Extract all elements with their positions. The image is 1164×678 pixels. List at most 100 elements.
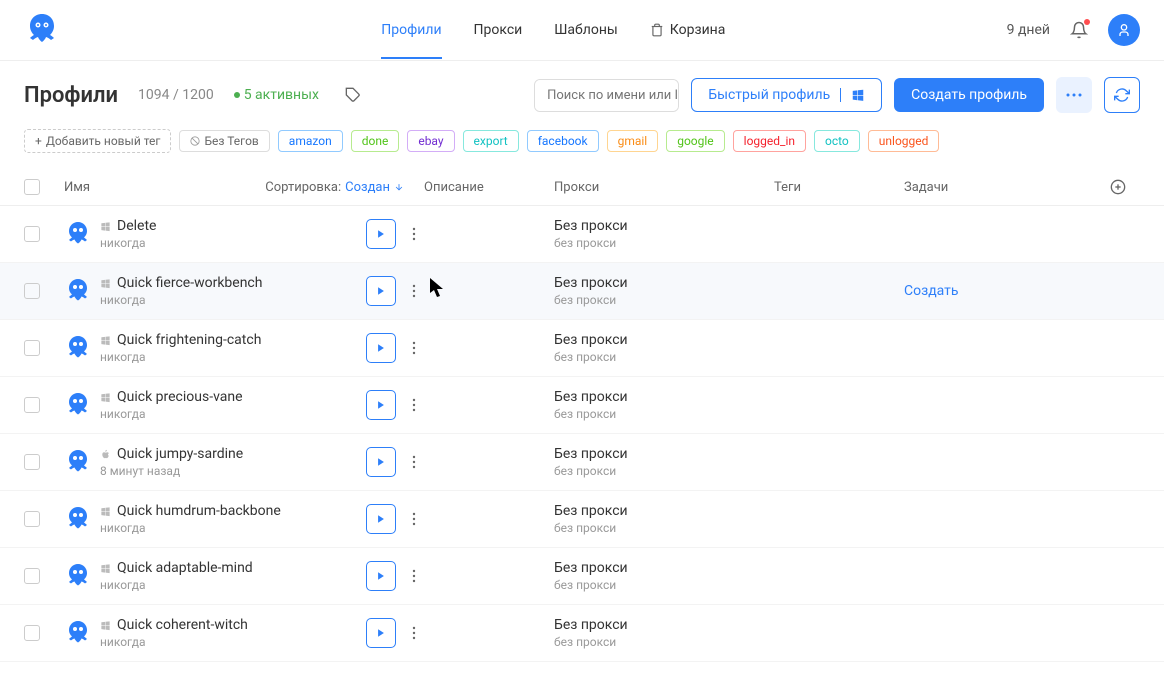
tasks-cell[interactable]: Создать — [904, 283, 1110, 299]
profile-icon — [64, 562, 92, 590]
tag-done[interactable]: done — [351, 130, 400, 152]
column-tasks[interactable]: Задачи — [904, 180, 1110, 195]
tag-logged_in[interactable]: logged_in — [733, 130, 806, 152]
play-button[interactable] — [366, 390, 396, 420]
tag-octo[interactable]: octo — [814, 130, 860, 152]
profile-time: никогда — [100, 578, 366, 592]
windows-icon — [100, 563, 111, 574]
profile-time: никогда — [100, 350, 366, 364]
profile-icon — [64, 619, 92, 647]
table-row[interactable]: Quick fierce-workbenchникогдаБез проксиб… — [0, 263, 1164, 320]
more-button[interactable] — [1056, 77, 1092, 113]
profile-time: никогда — [100, 635, 366, 649]
profile-counter: 1094 / 1200 — [138, 87, 214, 103]
row-more-button[interactable] — [404, 626, 424, 640]
play-button[interactable] — [366, 276, 396, 306]
windows-icon — [100, 335, 111, 346]
notification-dot — [1084, 19, 1090, 25]
play-button[interactable] — [366, 561, 396, 591]
column-description[interactable]: Описание — [424, 180, 554, 195]
tag-ebay[interactable]: ebay — [407, 130, 454, 152]
play-button[interactable] — [366, 447, 396, 477]
row-more-button[interactable] — [404, 569, 424, 583]
tag-facebook[interactable]: facebook — [527, 130, 599, 152]
tags-row: +Добавить новый тег Без Тегов amazon done… — [0, 129, 1164, 169]
profile-name: Quick adaptable-mind — [117, 560, 253, 576]
tag-unlogged[interactable]: unlogged — [868, 130, 940, 152]
profile-name: Quick humdrum-backbone — [117, 503, 281, 519]
days-remaining[interactable]: 9 дней — [1007, 22, 1050, 38]
tag-export[interactable]: export — [463, 130, 519, 152]
profile-name: Delete — [117, 218, 156, 234]
row-checkbox[interactable] — [24, 340, 40, 356]
nav-item-профили[interactable]: Профили — [381, 14, 441, 46]
proxy-cell: Без проксибез прокси — [554, 332, 774, 364]
table-row[interactable]: Quick frightening-catchникогдаБез прокси… — [0, 320, 1164, 377]
proxy-cell: Без проксибез прокси — [554, 218, 774, 250]
main-nav: Профили Прокси Шаблоны Корзина — [100, 14, 1007, 46]
profile-icon — [64, 505, 92, 533]
row-more-button[interactable] — [404, 398, 424, 412]
table-row[interactable]: Quick adaptable-mind никогда Без проксибез… — [0, 548, 1164, 605]
row-checkbox[interactable] — [24, 511, 40, 527]
row-checkbox[interactable] — [24, 625, 40, 641]
windows-icon — [840, 88, 865, 102]
page-title: Профили — [24, 83, 118, 108]
sort-control[interactable]: Сортировка: Создан — [265, 180, 404, 195]
profile-icon — [64, 448, 92, 476]
tag-gmail[interactable]: gmail — [607, 130, 659, 152]
search-input[interactable] — [535, 80, 679, 111]
tag-google[interactable]: google — [666, 130, 724, 152]
profile-icon — [64, 277, 92, 305]
profile-time: никогда — [100, 236, 366, 250]
row-more-button[interactable] — [404, 227, 424, 241]
row-checkbox[interactable] — [24, 397, 40, 413]
column-name[interactable]: Имя — [64, 180, 90, 195]
windows-icon — [100, 221, 111, 232]
create-profile-button[interactable]: Создать профиль — [894, 78, 1044, 112]
profile-icon — [64, 334, 92, 362]
nav-item-прокси[interactable]: Прокси — [474, 14, 523, 46]
apple-icon — [100, 449, 111, 460]
table-row[interactable]: Quick precious-vane никогда Без проксибез … — [0, 377, 1164, 434]
tag-amazon[interactable]: amazon — [278, 130, 343, 152]
row-checkbox[interactable] — [24, 226, 40, 242]
proxy-cell: Без проксибез прокси — [554, 560, 774, 592]
row-more-button[interactable] — [404, 284, 424, 298]
row-more-button[interactable] — [404, 455, 424, 469]
profile-time: никогда — [100, 407, 366, 421]
toolbar: Профили 1094 / 1200 5 активных Быстрый п… — [0, 61, 1164, 129]
table-row[interactable]: Quick jumpy-sardine8 минут назадБез прок… — [0, 434, 1164, 491]
row-checkbox[interactable] — [24, 454, 40, 470]
user-avatar[interactable] — [1108, 14, 1140, 46]
add-tag-button[interactable]: +Добавить новый тег — [24, 129, 171, 153]
proxy-cell: Без проксибез прокси — [554, 389, 774, 421]
row-checkbox[interactable] — [24, 568, 40, 584]
row-more-button[interactable] — [404, 341, 424, 355]
row-more-button[interactable] — [404, 512, 424, 526]
column-tags[interactable]: Теги — [774, 180, 904, 195]
search-wrap — [534, 79, 679, 112]
play-button[interactable] — [366, 219, 396, 249]
play-button[interactable] — [366, 504, 396, 534]
play-button[interactable] — [366, 333, 396, 363]
tag-icon-button[interactable] — [339, 81, 367, 109]
no-tags-filter[interactable]: Без Тегов — [179, 130, 269, 152]
table-row[interactable]: Quick humdrum-backboneникогдаБез проксиб… — [0, 491, 1164, 548]
select-all-checkbox[interactable] — [24, 179, 40, 195]
nav-item-корзина[interactable]: Корзина — [650, 14, 726, 46]
play-button[interactable] — [366, 618, 396, 648]
profile-time: никогда — [100, 293, 366, 307]
notifications-button[interactable] — [1070, 21, 1088, 39]
row-checkbox[interactable] — [24, 283, 40, 299]
table-row[interactable]: Delete никогда Без проксибез прокси — [0, 206, 1164, 263]
column-proxy[interactable]: Прокси — [554, 180, 774, 195]
refresh-button[interactable] — [1104, 77, 1140, 113]
nav-item-шаблоны[interactable]: Шаблоны — [554, 14, 618, 46]
profile-name: Quick precious-vane — [117, 389, 243, 405]
add-column-button[interactable] — [1110, 179, 1140, 195]
proxy-cell: Без проксибез прокси — [554, 275, 774, 307]
table-row[interactable]: Quick coherent-witchникогдаБез проксибез… — [0, 605, 1164, 662]
quick-profile-button[interactable]: Быстрый профиль — [691, 78, 882, 112]
app-header: Профили Прокси Шаблоны Корзина 9 дней — [0, 0, 1164, 61]
